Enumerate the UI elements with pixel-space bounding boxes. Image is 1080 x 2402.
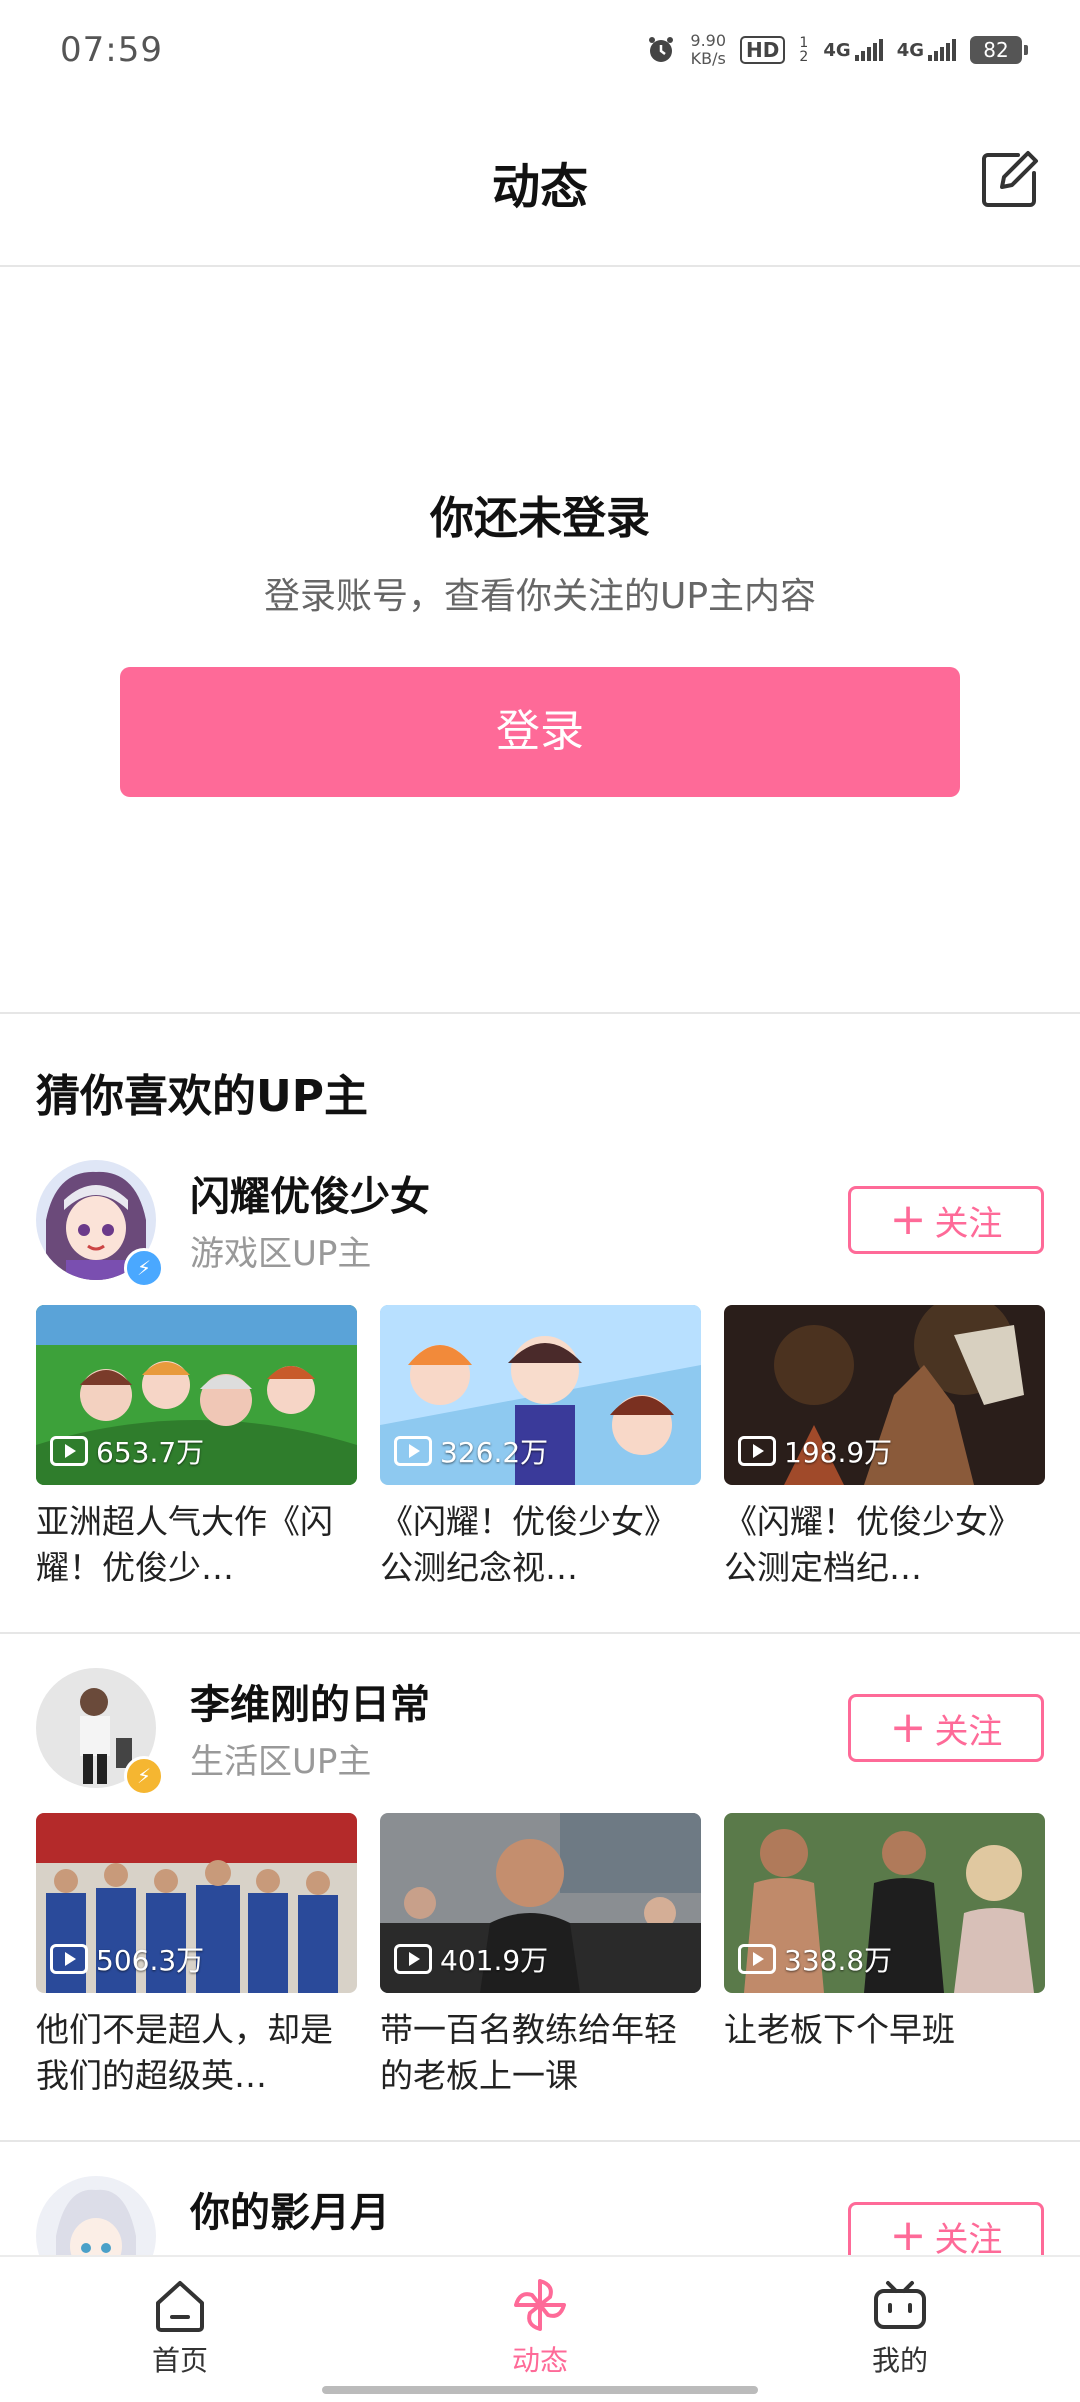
video-thumbnail[interactable]: 401.9万 — [380, 1813, 701, 1993]
play-icon — [394, 1436, 432, 1466]
view-count: 401.9万 — [440, 1944, 549, 1977]
edit-icon[interactable] — [978, 147, 1042, 211]
video-card[interactable]: 326.2万 《闪耀！优俊少女》公测纪念视… — [380, 1305, 701, 1591]
view-count: 653.7万 — [96, 1436, 205, 1469]
up-category: 生活区UP主 — [190, 1742, 372, 1782]
video-card[interactable]: 506.3万 他们不是超人，却是我们的超级英… — [36, 1813, 357, 2099]
divider — [0, 1012, 1080, 1014]
video-title[interactable]: 亚洲超人气大作《闪耀！优俊少… — [36, 1499, 357, 1591]
follow-button[interactable]: + 关注 — [848, 1186, 1044, 1254]
divider — [0, 2140, 1080, 2142]
play-count: 198.9万 — [738, 1431, 892, 1471]
status-bar: 07:59 9.90 KB/s HD 1 2 4G 4G 82 — [0, 0, 1080, 105]
home-indicator[interactable] — [322, 2386, 758, 2394]
home-icon — [156, 2281, 204, 2332]
play-icon — [50, 1436, 88, 1466]
tv-icon — [874, 2281, 926, 2329]
up-name[interactable]: 李维刚的日常 — [190, 1672, 430, 1730]
play-count: 338.8万 — [738, 1939, 892, 1979]
video-list: 506.3万 他们不是超人，却是我们的超级英… 401.9万 带一百名教练给年轻… — [36, 1813, 1046, 2099]
play-count: 326.2万 — [394, 1431, 548, 1471]
signal-4g-2: 4G — [897, 39, 956, 61]
video-card[interactable]: 338.8万 让老板下个早班 — [724, 1813, 1045, 2099]
alarm-icon — [649, 37, 674, 62]
video-list: 653.7万 亚洲超人气大作《闪耀！优俊少… 326.2万 《闪耀！优俊少女》公… — [36, 1305, 1046, 1591]
recommend-title: 猜你喜欢的UP主 — [36, 1071, 368, 1122]
login-subtitle: 登录账号，查看你关注的UP主内容 — [263, 576, 817, 617]
video-card[interactable]: 401.9万 带一百名教练给年轻的老板上一课 — [380, 1813, 701, 2099]
page-title: 动态 — [491, 159, 588, 215]
play-icon — [738, 1944, 776, 1974]
video-thumbnail[interactable]: 653.7万 — [36, 1305, 357, 1485]
page-header: 动态 — [0, 105, 1080, 267]
follow-label: 关注 — [934, 2219, 1003, 2260]
plus-icon: + — [889, 2210, 927, 2261]
nav-item-dynamic[interactable]: 动态 — [440, 2275, 640, 2379]
login-prompt: 你还未登录 登录账号，查看你关注的UP主内容 登录 — [0, 267, 1080, 1012]
view-count: 506.3万 — [96, 1944, 205, 1977]
play-icon — [394, 1944, 432, 1974]
video-title[interactable]: 《闪耀！优俊少女》公测定档纪… — [724, 1499, 1045, 1591]
signal-bars-icon — [928, 39, 956, 61]
video-thumbnail[interactable]: 506.3万 — [36, 1813, 357, 1993]
follow-button[interactable]: + 关注 — [848, 1694, 1044, 1762]
status-time: 07:59 — [60, 30, 163, 70]
video-title[interactable]: 带一百名教练给年轻的老板上一课 — [380, 2007, 701, 2099]
nav-label: 我的 — [871, 2344, 928, 2377]
play-icon — [738, 1436, 776, 1466]
video-card[interactable]: 198.9万 《闪耀！优俊少女》公测定档纪… — [724, 1305, 1045, 1591]
nav-label: 动态 — [511, 2344, 568, 2377]
view-count: 198.9万 — [784, 1436, 893, 1469]
hd-icon: HD — [740, 36, 786, 64]
up-name[interactable]: 闪耀优俊少女 — [190, 1164, 430, 1222]
signal-bars-icon — [854, 39, 883, 61]
net-speed-value: 9.90 — [690, 31, 727, 50]
video-card[interactable]: 653.7万 亚洲超人气大作《闪耀！优俊少… — [36, 1305, 357, 1591]
play-icon — [50, 1944, 88, 1974]
play-count: 506.3万 — [50, 1939, 204, 1979]
login-button[interactable]: 登录 — [120, 667, 960, 797]
video-title[interactable]: 《闪耀！优俊少女》公测纪念视… — [380, 1499, 701, 1591]
pinwheel-icon — [514, 2279, 566, 2331]
net-speed: 9.90 KB/s — [690, 32, 726, 68]
nav-item-mine[interactable]: 我的 — [800, 2275, 1000, 2379]
play-count: 653.7万 — [50, 1431, 204, 1471]
net-speed-unit: KB/s — [690, 49, 726, 68]
plus-icon: + — [889, 1702, 927, 1753]
net1-label: 4G — [823, 40, 851, 61]
verified-badge-icon: ⚡ — [124, 1248, 164, 1288]
video-thumbnail[interactable]: 326.2万 — [380, 1305, 701, 1485]
login-title: 你还未登录 — [430, 493, 650, 544]
status-icons: 9.90 KB/s HD 1 2 4G 4G 82 — [646, 32, 1028, 68]
play-count: 401.9万 — [394, 1939, 548, 1979]
follow-label: 关注 — [934, 1203, 1003, 1244]
net2-label: 4G — [896, 40, 924, 61]
divider — [0, 1632, 1080, 1634]
bottom-nav: 首页 动态 我的 — [0, 2255, 1080, 2402]
nav-item-home[interactable]: 首页 — [80, 2275, 280, 2379]
plus-icon: + — [889, 1194, 927, 1245]
up-name[interactable]: 你的影月月 — [190, 2180, 390, 2238]
follow-label: 关注 — [934, 1711, 1003, 1752]
video-thumbnail[interactable]: 338.8万 — [724, 1813, 1045, 1993]
video-thumbnail[interactable]: 198.9万 — [724, 1305, 1045, 1485]
verified-badge-icon: ⚡ — [124, 1756, 164, 1796]
video-title[interactable]: 让老板下个早班 — [724, 2007, 1045, 2099]
view-count: 338.8万 — [784, 1944, 893, 1977]
video-title[interactable]: 他们不是超人，却是我们的超级英… — [36, 2007, 357, 2099]
up-category: 游戏区UP主 — [190, 1234, 372, 1274]
battery-icon: 82 — [970, 36, 1028, 64]
hd-sub: 1 2 — [799, 35, 809, 65]
signal-4g-1: 4G — [823, 39, 883, 61]
nav-label: 首页 — [151, 2344, 208, 2377]
view-count: 326.2万 — [440, 1436, 549, 1469]
